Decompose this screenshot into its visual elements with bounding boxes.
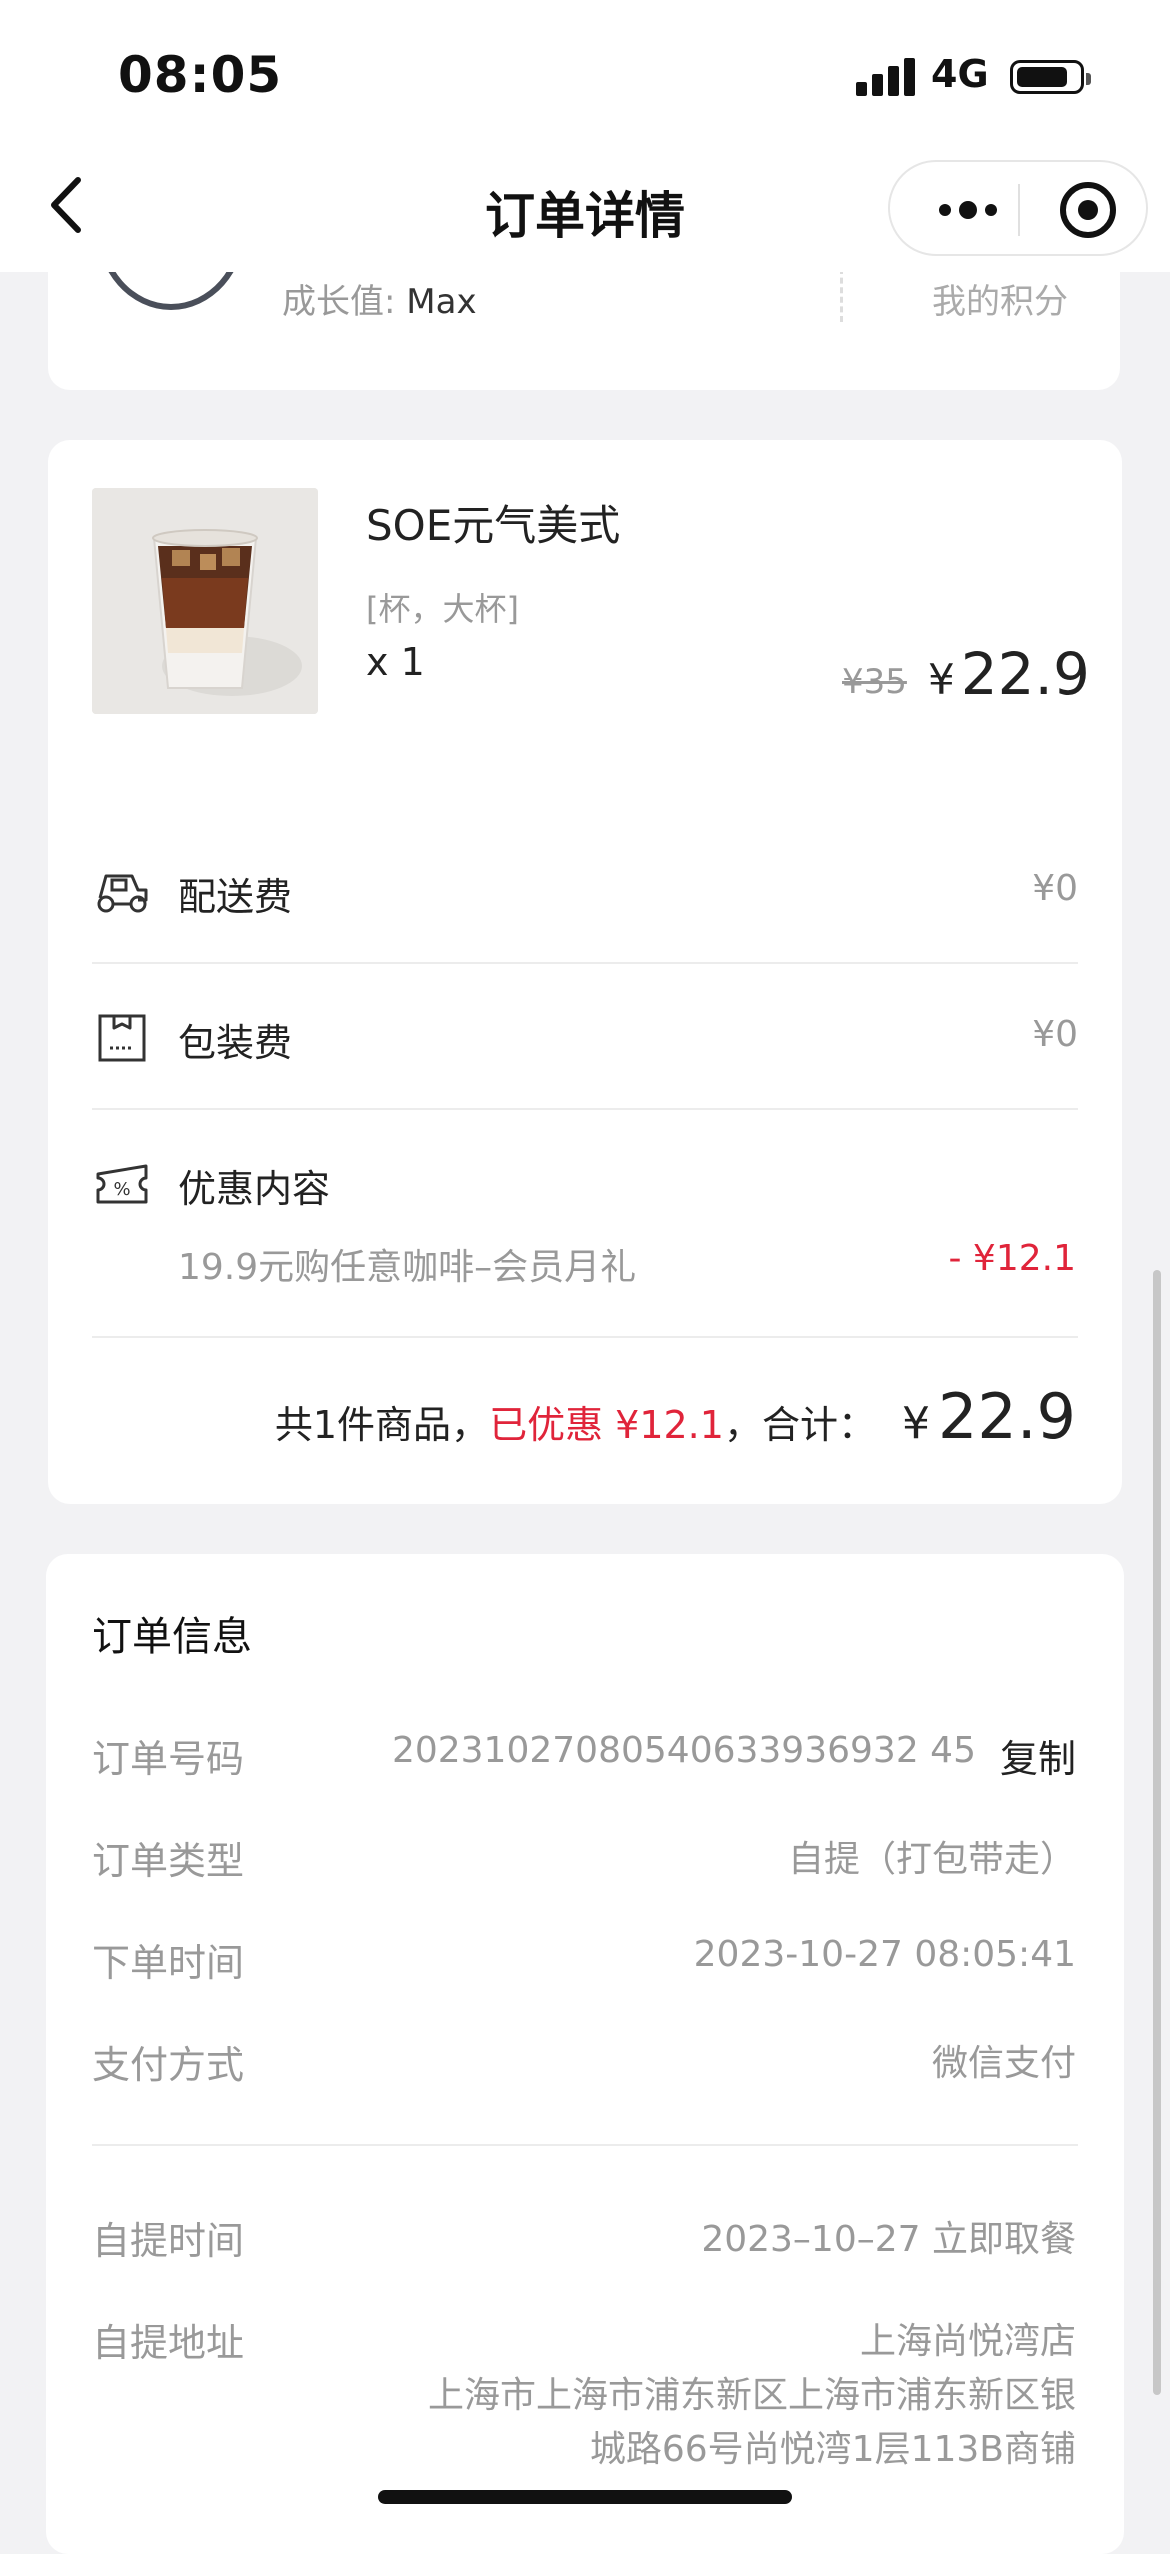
product-image <box>92 488 318 714</box>
order-type: 自提（打包带走） <box>787 1839 1076 1880</box>
copy-order-number-button[interactable]: 复制 <box>1000 1728 1076 1783</box>
battery-icon <box>1010 60 1091 94</box>
my-points-link[interactable]: 我的积分 <box>932 274 1068 323</box>
order-number-label: 订单号码 <box>92 1737 245 1781</box>
order-total: 共1件商品， 已优惠 ¥12.1 ，合计： ¥ 22.9 <box>275 1380 1076 1453</box>
item-count: 共1件商品， <box>274 1403 490 1447</box>
divider <box>92 1336 1078 1338</box>
growth-value: 成长值: Max <box>282 282 477 322</box>
pickup-store: 上海尚悦湾店 <box>859 2321 1076 2362</box>
order-number: 20231027080540633936932 45 <box>391 1730 976 1771</box>
scooter-icon <box>97 874 148 913</box>
delivery-fee-value: ¥0 <box>1032 868 1078 909</box>
payment-method-label: 支付方式 <box>92 2043 245 2087</box>
divider <box>92 962 1078 964</box>
more-button[interactable] <box>926 188 1010 232</box>
pickup-address-line1: 上海市上海市浦东新区上海市浦东新区银 <box>427 2375 1076 2416</box>
scrollbar[interactable] <box>1153 1270 1161 2395</box>
product-quantity: x 1 <box>366 640 425 684</box>
total-label: ，合计： <box>723 1403 876 1447</box>
saved-amount: 已优惠 ¥12.1 <box>489 1403 724 1447</box>
packaging-fee-row: 包装费 ¥0 <box>92 1002 1078 1072</box>
order-time: 2023-10-27 08:05:41 <box>693 1934 1076 1975</box>
product-name: SOE元气美式 <box>366 501 621 550</box>
package-box-icon <box>98 1014 146 1062</box>
discount-amount: - ¥12.1 <box>948 1238 1077 1279</box>
pickup-address-line2: 城路66号尚悦湾1层113B商铺 <box>589 2429 1076 2470</box>
capsule-divider <box>1018 184 1020 236</box>
svg-text:%: % <box>113 1179 130 1200</box>
discount-row: % 优惠内容 <box>92 1148 1078 1218</box>
network-type: 4G <box>931 52 989 96</box>
top-bar: 08:05 4G 订单详情 <box>0 0 1170 272</box>
discount-label: 优惠内容 <box>178 1167 331 1211</box>
status-time: 08:05 <box>118 46 283 104</box>
pickup-time-label: 自提时间 <box>92 2219 245 2263</box>
discount-description: 19.9元购任意咖啡–会员月礼 <box>178 1247 637 1288</box>
product-price: ¥22.9 <box>928 640 1090 708</box>
order-info-title: 订单信息 <box>92 1614 252 1660</box>
divider <box>840 268 843 322</box>
product-spec: [杯，大杯] <box>366 590 519 628</box>
payment-method: 微信支付 <box>931 2043 1076 2084</box>
pickup-address-label: 自提地址 <box>92 2321 245 2365</box>
signal-icon <box>856 58 916 96</box>
iced-coffee-cup-icon <box>92 488 318 714</box>
order-time-label: 下单时间 <box>92 1941 245 1985</box>
mini-program-capsule <box>888 160 1148 256</box>
divider <box>92 1108 1078 1110</box>
pickup-time: 2023–10–27 立即取餐 <box>701 2219 1076 2260</box>
packaging-fee-value: ¥0 <box>1032 1014 1078 1055</box>
order-type-label: 订单类型 <box>92 1839 245 1883</box>
home-indicator <box>378 2490 792 2504</box>
packaging-fee-label: 包装费 <box>178 1021 293 1065</box>
divider <box>92 2144 1078 2146</box>
coupon-icon: % <box>96 1164 148 1204</box>
close-mini-program-button[interactable] <box>1060 182 1116 238</box>
total-value: 22.9 <box>937 1380 1076 1453</box>
original-price: ¥35 <box>842 662 907 702</box>
total-currency: ¥ <box>901 1398 930 1449</box>
delivery-fee-label: 配送费 <box>178 875 293 919</box>
delivery-fee-row: 配送费 ¥0 <box>92 856 1078 926</box>
